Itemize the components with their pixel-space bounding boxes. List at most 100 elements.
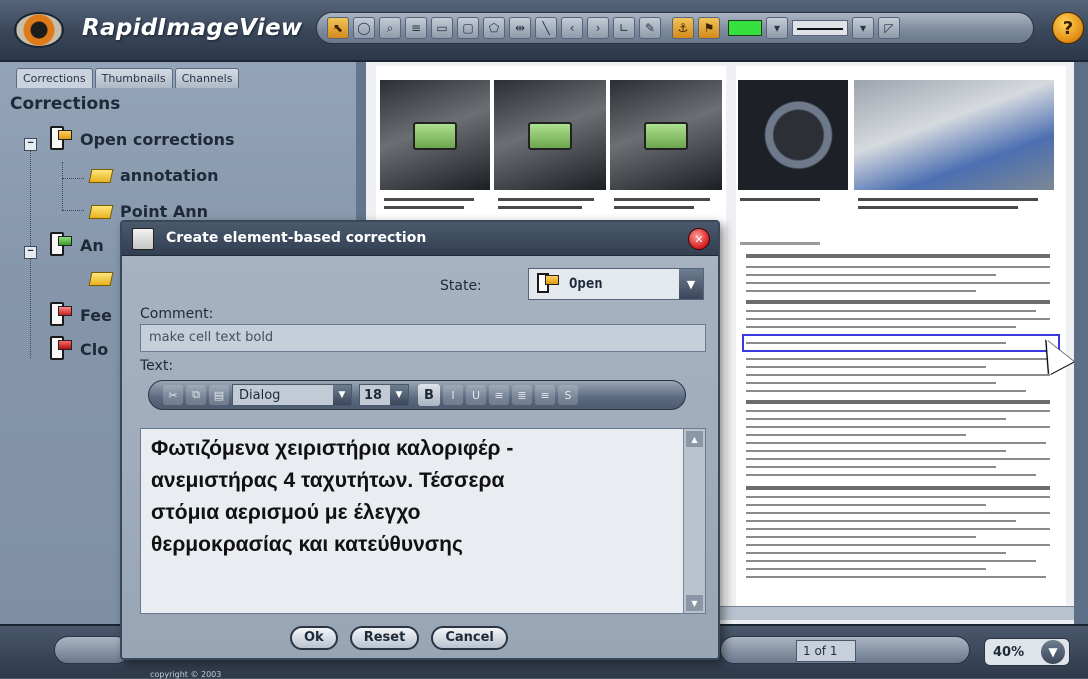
cancel-button[interactable]: Cancel [431, 626, 508, 650]
tab-channels[interactable]: Channels [174, 68, 240, 88]
dialog-titlebar[interactable]: Create element-based correction ✕ [122, 222, 718, 256]
ok-button[interactable]: Ok [290, 626, 338, 650]
align-right-icon[interactable]: ≡ [535, 385, 555, 405]
italic-icon[interactable]: I [443, 385, 463, 405]
chevron-down-icon[interactable]: ▼ [390, 385, 408, 405]
table-row [746, 520, 1016, 522]
app-title-prefix: Rapid [82, 15, 158, 41]
expand-annotations[interactable]: − [24, 246, 37, 259]
bold-button[interactable]: B [418, 384, 440, 406]
editor-scrollbar[interactable]: ▲ ▼ [683, 429, 705, 613]
ellipse-tool-icon[interactable]: ◯ [353, 17, 375, 39]
note-icon [88, 204, 114, 219]
arrow-right-tool-icon[interactable]: › [587, 17, 609, 39]
caption-line [740, 242, 820, 245]
vertical-scrollbar[interactable] [1074, 62, 1088, 624]
rectangle-tool-icon[interactable]: ▢ [457, 17, 479, 39]
table-row [746, 544, 1050, 546]
comment-input[interactable]: make cell text bold [140, 324, 706, 352]
title-bar: RapidImageView ⬉ ◯ ⌕ ≡ ▭ ▢ ⬠ ⇹ ╲ ‹ › ∟ ✎… [0, 0, 1088, 62]
tree-open-corrections-label: Open corrections [80, 129, 235, 149]
cut-icon[interactable]: ✂ [163, 385, 183, 405]
strikethrough-icon[interactable]: S [558, 385, 578, 405]
state-select[interactable]: Open ▼ [528, 268, 704, 300]
tree-open-corrections[interactable]: Open corrections [46, 124, 235, 154]
chevron-down-icon[interactable]: ▼ [333, 385, 351, 405]
table-row [746, 528, 1050, 530]
tab-thumbnails[interactable]: Thumbnails [94, 68, 173, 88]
correction-text-editor[interactable]: Φωτιζόμενα χειριστήρια καλοριφέρ - ανεμι… [140, 428, 706, 614]
font-size-value: 18 [364, 387, 383, 403]
tree-annotation[interactable]: annotation [88, 166, 219, 185]
measure-tool-icon[interactable]: ⇹ [509, 17, 531, 39]
table-row [746, 442, 1046, 444]
corner-tool-icon[interactable]: ◸ [878, 17, 900, 39]
chevron-down-icon[interactable]: ▼ [679, 269, 703, 299]
font-size-select[interactable]: 18 ▼ [359, 384, 409, 406]
pen-tool-icon[interactable]: ✎ [639, 17, 661, 39]
correction-tool-icon[interactable]: ⚑ [698, 17, 720, 39]
scroll-up-icon[interactable]: ▲ [686, 431, 703, 447]
table-row [746, 410, 1050, 412]
tree-annotated-label: An [80, 235, 104, 255]
tree-annotated[interactable]: An [46, 230, 104, 260]
arrow-left-tool-icon[interactable]: ‹ [561, 17, 583, 39]
tab-corrections[interactable]: Corrections [16, 68, 93, 88]
table-row [746, 282, 1050, 284]
reset-button[interactable]: Reset [349, 626, 420, 650]
line-tool-icon[interactable]: ╲ [535, 17, 557, 39]
comment-value: make cell text bold [149, 330, 274, 345]
tree-point-ann[interactable]: Point Ann [88, 202, 208, 221]
anchor-tool-icon[interactable]: ⚓ [672, 17, 694, 39]
font-select[interactable]: Dialog ▼ [232, 384, 352, 406]
select-tool-icon[interactable]: ⬉ [327, 17, 349, 39]
tree-annotated-child[interactable] [88, 272, 114, 286]
note-tool-icon[interactable]: ▭ [431, 17, 453, 39]
zoom-selector[interactable]: 40% ▼ [984, 638, 1070, 666]
underline-icon[interactable]: U [466, 385, 486, 405]
text-format-toolbar: ✂ ⧉ ▤ Dialog ▼ 18 ▼ B I U ≡ ≣ ≡ S [148, 380, 686, 410]
line-width-selector[interactable] [792, 20, 848, 36]
polygon-tool-icon[interactable]: ⬠ [483, 17, 505, 39]
table-row [746, 552, 1006, 554]
chevron-down-icon[interactable]: ▼ [1041, 640, 1065, 664]
angle-tool-icon[interactable]: ∟ [613, 17, 635, 39]
scroll-down-icon[interactable]: ▼ [686, 595, 703, 611]
caption-line [498, 206, 582, 209]
align-center-icon[interactable]: ≣ [512, 385, 532, 405]
color-dropdown-icon[interactable]: ▾ [766, 17, 788, 39]
table-row [746, 310, 1036, 312]
tree-closed[interactable]: Clo [46, 334, 108, 364]
copy-icon[interactable]: ⧉ [186, 385, 206, 405]
table-row [746, 496, 1050, 498]
expand-open-corrections[interactable]: − [24, 138, 37, 151]
table-header-line [746, 300, 1050, 304]
text-tool-icon[interactable]: ≡ [405, 17, 427, 39]
selected-element-highlight[interactable] [742, 334, 1060, 352]
line-dropdown-icon[interactable]: ▾ [852, 17, 874, 39]
color-swatch[interactable] [728, 20, 762, 36]
document-icon [132, 228, 154, 250]
correction-text[interactable]: Φωτιζόμενα χειριστήρια καλοριφέρ - ανεμι… [151, 433, 671, 561]
table-row [746, 536, 976, 538]
app-title-suffix: ImageView [157, 15, 303, 41]
table-row [746, 274, 996, 276]
caption-line [498, 198, 594, 201]
view-controls[interactable] [54, 636, 130, 664]
table-row [746, 266, 1050, 268]
paste-icon[interactable]: ▤ [209, 385, 229, 405]
page-indicator[interactable]: 1 of 1 [796, 640, 856, 662]
close-button[interactable]: ✕ [688, 228, 710, 250]
table-row [746, 318, 1050, 320]
caption-line [614, 206, 694, 209]
help-button[interactable]: ? [1052, 12, 1084, 44]
align-left-icon[interactable]: ≡ [489, 385, 509, 405]
table-row [746, 374, 1050, 376]
annotated-correction-icon [46, 230, 72, 260]
zoom-tool-icon[interactable]: ⌕ [379, 17, 401, 39]
table-row [746, 568, 986, 570]
open-correction-icon [46, 124, 72, 154]
tree-feedback[interactable]: Fee [46, 300, 112, 330]
note-icon [88, 272, 114, 286]
table-row [746, 434, 966, 436]
